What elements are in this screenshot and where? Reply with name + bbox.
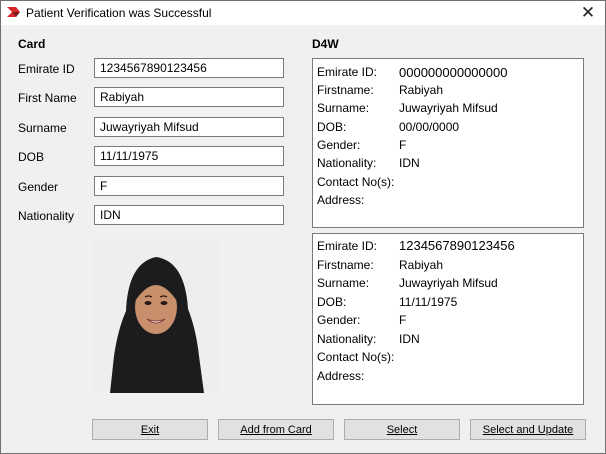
d4w-2-firstname-label: Firstname: — [317, 258, 374, 272]
d4w-heading: D4W — [312, 37, 339, 51]
gender-field[interactable]: F — [94, 176, 284, 196]
d4w-1-emirate-id-label: Emirate ID: — [317, 65, 378, 79]
d4w-2-emirate-id-value: 1234567890123456 — [399, 238, 515, 253]
d4w-1-firstname-label: Firstname: — [317, 83, 374, 97]
d4w-2-firstname-value: Rabiyah — [399, 258, 444, 272]
surname-field[interactable]: Juwayriyah Mifsud — [94, 117, 284, 137]
d4w-1-gender-label: Gender: — [317, 138, 361, 152]
d4w-2-contact-label: Contact No(s): — [317, 350, 395, 364]
first-name-label: First Name — [18, 91, 77, 105]
d4w-1-surname-value: Juwayriyah Mifsud — [399, 101, 498, 115]
app-logo-icon — [7, 6, 21, 18]
d4w-2-dob-label: DOB: — [317, 295, 347, 309]
emirate-id-field[interactable]: 1234567890123456 — [94, 58, 284, 78]
d4w-1-contact-label: Contact No(s): — [317, 175, 395, 189]
close-button[interactable]: ✕ — [571, 1, 605, 25]
card-heading: Card — [18, 37, 46, 51]
dob-field[interactable]: 11/11/1975 — [94, 146, 284, 166]
select-and-update-button[interactable]: Select and Update — [470, 419, 586, 440]
gender-label: Gender — [18, 180, 59, 194]
d4w-1-address-label: Address: — [317, 193, 365, 207]
d4w-2-dob-value: 11/11/1975 — [399, 295, 458, 309]
d4w-2-surname-label: Surname: — [317, 276, 370, 290]
exit-button[interactable]: Exit — [92, 419, 208, 440]
d4w-1-dob-value: 00/00/0000 — [399, 120, 460, 134]
close-icon: ✕ — [580, 3, 596, 22]
d4w-1-nationality-value: IDN — [399, 156, 420, 170]
d4w-2-nationality-label: Nationality: — [317, 332, 377, 346]
d4w-2-nationality-value: IDN — [399, 332, 420, 346]
d4w-2-emirate-id-label: Emirate ID: — [317, 239, 378, 253]
d4w-1-surname-label: Surname: — [317, 101, 370, 115]
d4w-2-address-label: Address: — [317, 369, 365, 383]
d4w-1-dob-label: DOB: — [317, 120, 347, 134]
surname-label: Surname — [18, 121, 67, 135]
title-bar: Patient Verification was Successful ✕ — [1, 1, 605, 25]
d4w-record-1[interactable]: Emirate ID: 000000000000000 Firstname: R… — [312, 58, 584, 228]
window-title: Patient Verification was Successful — [26, 6, 212, 20]
select-button[interactable]: Select — [344, 419, 460, 440]
d4w-2-surname-value: Juwayriyah Mifsud — [399, 276, 498, 290]
emirate-id-label: Emirate ID — [18, 62, 75, 76]
nationality-label: Nationality — [18, 209, 75, 223]
d4w-2-gender-label: Gender: — [317, 313, 361, 327]
d4w-1-firstname-value: Rabiyah — [399, 83, 444, 97]
d4w-2-gender-value: F — [399, 313, 407, 327]
verification-dialog: Patient Verification was Successful ✕ Ca… — [0, 0, 606, 454]
d4w-1-nationality-label: Nationality: — [317, 156, 377, 170]
add-from-card-button[interactable]: Add from Card — [218, 419, 334, 440]
d4w-1-gender-value: F — [399, 138, 407, 152]
nationality-field[interactable]: IDN — [94, 205, 284, 225]
dob-label: DOB — [18, 150, 45, 164]
first-name-field[interactable]: Rabiyah — [94, 87, 284, 107]
d4w-1-emirate-id-value: 000000000000000 — [399, 65, 508, 80]
d4w-record-2[interactable]: Emirate ID: 1234567890123456 Firstname: … — [312, 233, 584, 405]
patient-photo — [92, 241, 220, 393]
